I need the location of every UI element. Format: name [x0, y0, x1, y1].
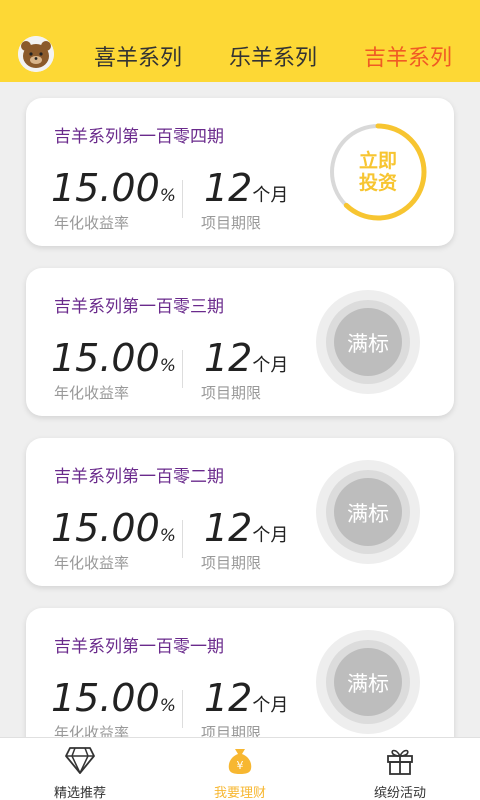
divider	[182, 520, 183, 558]
term-label: 项目期限	[201, 214, 262, 232]
rate-value: 15.00%	[51, 166, 176, 210]
nav-label-invest: 我要理财	[213, 786, 266, 800]
term-unit: 个月	[252, 185, 289, 206]
tab-xiyang[interactable]: 喜羊系列	[94, 40, 182, 72]
rate-number: 15.00	[51, 506, 160, 550]
tab-jiyang[interactable]: 吉羊系列	[364, 40, 452, 72]
term-value: 12个月	[204, 166, 288, 210]
term-number: 12	[204, 166, 253, 210]
nav-item-invest[interactable]: ¥ 我要理财	[160, 742, 320, 800]
product-card[interactable]: 吉羊系列第一百零三期 15.00% 年化收益率 12个月 项目期限 满标	[26, 268, 454, 416]
nav-item-activities[interactable]: 缤纷活动	[320, 742, 480, 800]
nav-item-featured[interactable]: 精选推荐	[0, 742, 160, 800]
term-unit: 个月	[252, 525, 289, 546]
invest-label-line1: 立即	[358, 150, 397, 172]
rate-number: 15.00	[51, 676, 160, 720]
sold-out-label: 满标	[347, 502, 389, 526]
product-title: 吉羊系列第一百零四期	[54, 127, 224, 147]
term-unit: 个月	[252, 695, 289, 716]
nav-label-featured: 精选推荐	[53, 786, 106, 800]
sold-out-badge: 满标	[316, 460, 420, 564]
rate-number: 15.00	[51, 336, 160, 380]
money-bag-icon: ¥	[228, 749, 252, 774]
product-title: 吉羊系列第一百零二期	[54, 467, 224, 487]
product-title: 吉羊系列第一百零一期	[54, 637, 224, 657]
product-title: 吉羊系列第一百零三期	[54, 297, 224, 317]
divider	[182, 690, 183, 728]
sold-out-label: 满标	[347, 672, 389, 696]
svg-text:¥: ¥	[237, 759, 244, 772]
bottom-nav: 精选推荐 ¥ 我要理财 缤纷活动	[0, 737, 480, 800]
rate-value: 15.00%	[51, 676, 176, 720]
invest-now-button[interactable]: 立即 投资	[328, 122, 428, 222]
term-label: 项目期限	[201, 554, 262, 572]
top-header: 喜羊系列 乐羊系列 吉羊系列	[0, 0, 480, 82]
rate-unit: %	[159, 356, 176, 376]
sold-out-badge: 满标	[316, 290, 420, 394]
sold-out-badge: 满标	[316, 630, 420, 734]
term-label: 项目期限	[201, 384, 262, 402]
bear-avatar-icon[interactable]	[18, 36, 54, 72]
gift-icon	[387, 749, 413, 775]
divider	[182, 350, 183, 388]
product-card[interactable]: 吉羊系列第一百零四期 15.00% 年化收益率 12个月 项目期限 立即 投资	[26, 98, 454, 246]
diamond-icon	[65, 747, 95, 774]
sold-out-label: 满标	[347, 332, 389, 356]
term-number: 12	[204, 506, 253, 550]
rate-unit: %	[159, 696, 176, 716]
rate-value: 15.00%	[51, 506, 176, 550]
rate-label: 年化收益率	[54, 554, 130, 572]
term-value: 12个月	[204, 336, 288, 380]
rate-number: 15.00	[51, 166, 160, 210]
term-value: 12个月	[204, 676, 288, 720]
nav-label-activities: 缤纷活动	[373, 786, 426, 800]
divider	[182, 180, 183, 218]
invest-label-line2: 投资	[358, 172, 397, 194]
rate-label: 年化收益率	[54, 214, 130, 232]
term-value: 12个月	[204, 506, 288, 550]
term-number: 12	[204, 336, 253, 380]
rate-unit: %	[159, 186, 176, 206]
rate-value: 15.00%	[51, 336, 176, 380]
product-card[interactable]: 吉羊系列第一百零一期 15.00% 年化收益率 12个月 项目期限 满标	[26, 608, 454, 756]
term-number: 12	[204, 676, 253, 720]
rate-unit: %	[159, 526, 176, 546]
term-unit: 个月	[252, 355, 289, 376]
invest-label: 立即 投资	[328, 150, 428, 194]
product-card[interactable]: 吉羊系列第一百零二期 15.00% 年化收益率 12个月 项目期限 满标	[26, 438, 454, 586]
tab-leyang[interactable]: 乐羊系列	[229, 40, 317, 72]
rate-label: 年化收益率	[54, 384, 130, 402]
